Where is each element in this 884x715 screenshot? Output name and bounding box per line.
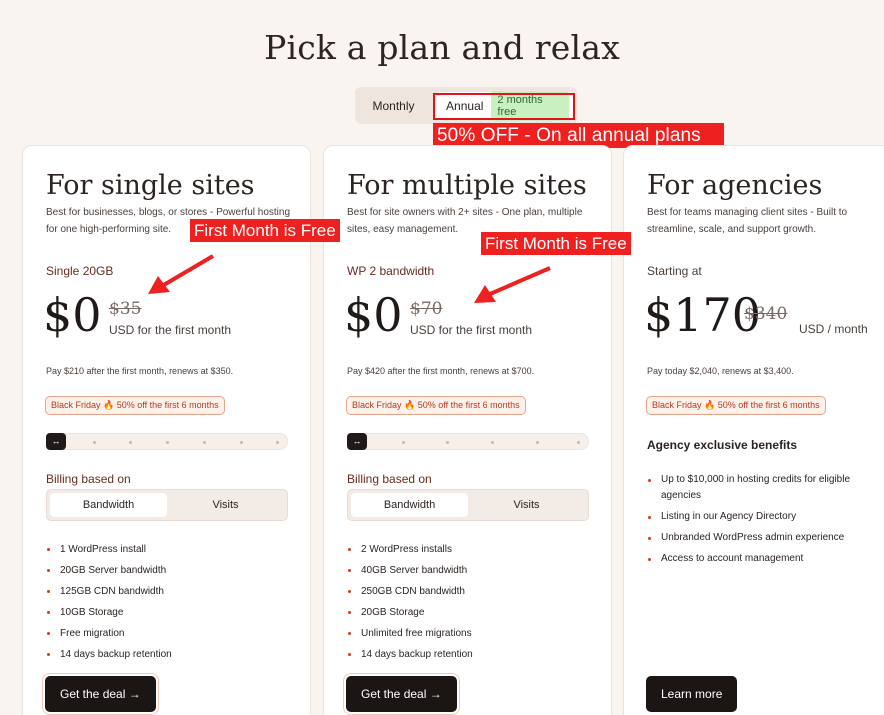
slider-step[interactable]	[402, 441, 405, 444]
feature-item: Free migration	[46, 628, 172, 649]
plan-renew-note: Pay $210 after the first month, renews a…	[46, 366, 234, 376]
slider-step[interactable]	[577, 441, 580, 444]
black-friday-badge: Black Friday 🔥 50% off the first 6 month…	[346, 396, 526, 415]
benefit-item: Unbranded WordPress admin experience	[647, 530, 862, 551]
plan-tier: WP 2 bandwidth	[347, 264, 435, 278]
feature-item: 125GB CDN bandwidth	[46, 586, 172, 607]
slider-step[interactable]	[276, 441, 279, 444]
slider-step[interactable]	[166, 441, 169, 444]
learn-more-button[interactable]: Learn more	[646, 676, 738, 712]
plan-price-note: USD for the first month	[410, 323, 533, 337]
feature-list: 2 WordPress installs 40GB Server bandwid…	[347, 544, 473, 670]
billing-basis-toggle: Bandwidth Visits	[347, 489, 589, 521]
feature-list: 1 WordPress install 20GB Server bandwidt…	[46, 544, 172, 670]
slider-handle[interactable]: ↔	[347, 433, 367, 450]
slider-step[interactable]	[93, 441, 96, 444]
get-the-deal-button[interactable]: Get the deal →	[346, 676, 457, 712]
slider-step[interactable]	[536, 441, 539, 444]
plan-tier: Starting at	[647, 264, 702, 278]
plan-renew-note: Pay $420 after the first month, renews a…	[347, 366, 535, 376]
billing-bandwidth-option[interactable]: Bandwidth	[351, 493, 468, 517]
billing-basis-label: Billing based on	[46, 472, 131, 486]
slider-step[interactable]	[446, 441, 449, 444]
first-month-free-banner: First Month is Free	[481, 232, 631, 255]
benefit-list: Up to $10,000 in hosting credits for eli…	[647, 472, 862, 572]
feature-item: 250GB CDN bandwidth	[347, 586, 473, 607]
feature-item: 2 WordPress installs	[347, 544, 473, 565]
billing-bandwidth-option[interactable]: Bandwidth	[50, 493, 167, 517]
plan-card-agencies: For agencies Best for teams managing cli…	[623, 145, 884, 715]
benefits-title: Agency exclusive benefits	[647, 438, 798, 452]
page-title: Pick a plan and relax	[264, 28, 620, 67]
benefit-item: Access to account management	[647, 551, 862, 572]
get-the-deal-button[interactable]: Get the deal →	[45, 676, 156, 712]
billing-basis-toggle: Bandwidth Visits	[46, 489, 288, 521]
plan-old-price: $340	[744, 304, 788, 324]
plan-price: $0	[344, 288, 403, 342]
feature-item: 40GB Server bandwidth	[347, 565, 473, 586]
plan-title: For agencies	[647, 170, 823, 201]
plan-price-note: USD / month	[799, 322, 868, 336]
plan-title: For multiple sites	[347, 170, 587, 201]
annual-highlight-box	[433, 93, 575, 120]
black-friday-badge: Black Friday 🔥 50% off the first 6 month…	[45, 396, 225, 415]
slider-step[interactable]	[129, 441, 132, 444]
slider-step[interactable]	[240, 441, 243, 444]
feature-item: Unlimited free migrations	[347, 628, 473, 649]
billing-basis-label: Billing based on	[347, 472, 432, 486]
plan-renew-note: Pay today $2,040, renews at $3,400.	[647, 366, 794, 376]
plan-card-multiple-sites: For multiple sites Best for site owners …	[323, 145, 612, 715]
slider-step[interactable]	[491, 441, 494, 444]
arrow-icon	[148, 254, 215, 294]
feature-item: 20GB Server bandwidth	[46, 565, 172, 586]
plan-description: Best for teams managing client sites - B…	[647, 207, 848, 235]
feature-item: 14 days backup retention	[347, 649, 473, 670]
plan-old-price: $70	[410, 299, 443, 319]
feature-item: 1 WordPress install	[46, 544, 172, 565]
slider-handle[interactable]: ↔	[46, 433, 66, 450]
arrow-icon	[474, 266, 551, 303]
feature-item: 14 days backup retention	[46, 649, 172, 670]
plan-size-slider[interactable]: ↔	[347, 433, 589, 450]
feature-item: 20GB Storage	[347, 607, 473, 628]
slider-step[interactable]	[203, 441, 206, 444]
feature-item: 10GB Storage	[46, 607, 172, 628]
billing-visits-option[interactable]: Visits	[468, 493, 585, 517]
plan-title: For single sites	[46, 170, 255, 201]
toggle-monthly[interactable]: Monthly	[359, 99, 428, 113]
first-month-free-banner: First Month is Free	[190, 219, 340, 242]
plan-price-note: USD for the first month	[109, 323, 232, 337]
billing-visits-option[interactable]: Visits	[167, 493, 284, 517]
plan-old-price: $35	[109, 299, 142, 319]
benefit-item: Up to $10,000 in hosting credits for eli…	[647, 472, 862, 509]
plan-size-slider[interactable]: ↔	[46, 433, 288, 450]
black-friday-badge: Black Friday 🔥 50% off the first 6 month…	[646, 396, 826, 415]
plan-price: $0	[43, 288, 102, 342]
benefit-item: Listing in our Agency Directory	[647, 509, 862, 530]
plan-tier: Single 20GB	[46, 264, 114, 278]
